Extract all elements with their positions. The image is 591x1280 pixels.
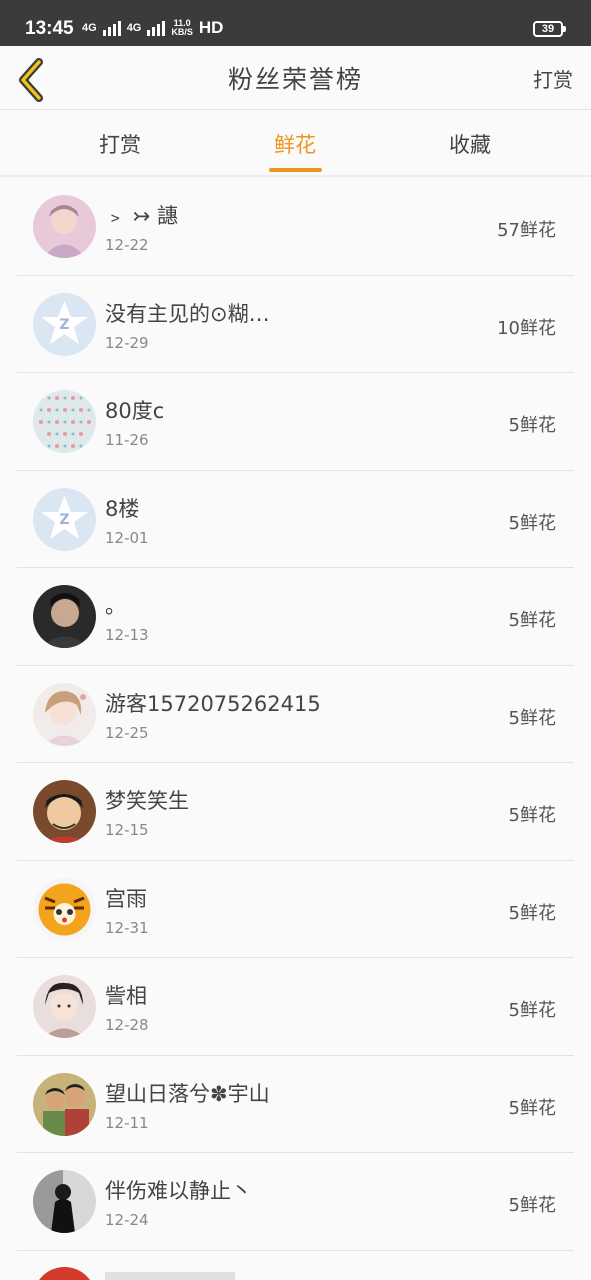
entry-date: 12-28 (105, 1016, 149, 1034)
avatar (33, 682, 96, 746)
net-speed-unit: KB/S (171, 27, 193, 37)
status-bar: 13:45 4G 4G 11.0 KB/S HD 39 (0, 0, 591, 46)
user-name-placeholder (105, 1272, 235, 1280)
avatar (33, 1267, 96, 1280)
flower-count: 5鲜花 (508, 1000, 556, 1021)
user-name: 8楼 (105, 496, 140, 521)
flower-count: 5鲜花 (508, 707, 556, 729)
entry-date: 12-15 (105, 821, 149, 839)
list-item[interactable]: Z 没有主见的⊙糊… 12-29 10鲜花 (17, 276, 574, 373)
user-name: 宫雨 (105, 886, 147, 911)
list-item[interactable]: 訾相 12-28 5鲜花 (17, 958, 574, 1056)
avatar (33, 585, 96, 648)
list-item[interactable]: 伴伤难以静止丶 12-24 5鲜花 (17, 1153, 574, 1251)
entry-date: 11-26 (105, 431, 149, 449)
user-name: 訾相 (105, 984, 147, 1008)
list-item-partial[interactable] (17, 1250, 574, 1280)
user-name: 没有主见的⊙糊… (105, 301, 270, 326)
avatar (33, 195, 96, 258)
tab-bar: 打赏 鲜花 收藏 (0, 111, 591, 177)
flower-count: 5鲜花 (508, 1195, 556, 1216)
entry-date: 12-13 (105, 626, 149, 644)
tab-flowers[interactable]: 鲜花 (255, 129, 335, 159)
svg-text:Z: Z (59, 512, 69, 528)
flower-count: 57鲜花 (497, 220, 556, 241)
svg-text:Z: Z (59, 317, 69, 333)
list-item[interactable]: ﹥ ↣ 譓 12-22 57鲜花 (17, 178, 574, 276)
title-bar: 粉丝荣誉榜 打赏 (0, 46, 591, 110)
list-item[interactable]: 。 12-13 5鲜花 (17, 568, 574, 666)
reward-button[interactable]: 打赏 (533, 64, 573, 93)
tab-reward[interactable]: 打赏 (80, 129, 160, 159)
fan-ranking-list: ﹥ ↣ 譓 12-22 57鲜花 Z 没有主见的⊙糊… 12-29 10鲜花 8… (0, 178, 591, 1251)
list-item[interactable]: 宫雨 12-31 5鲜花 (17, 861, 574, 958)
avatar: Z (33, 292, 96, 356)
user-name: 。 (105, 594, 126, 618)
status-time: 13:45 (25, 18, 74, 39)
flower-count: 5鲜花 (508, 902, 556, 924)
list-item[interactable]: 80度c 11-26 5鲜花 (17, 373, 574, 471)
signal-icon-1 (102, 20, 121, 36)
entry-date: 12-22 (105, 236, 149, 254)
entry-date: 12-01 (105, 528, 149, 547)
network-indicators: 4G 4G 11.0 KB/S HD (82, 18, 223, 38)
user-name: ﹥ ↣ 譓 (105, 204, 178, 228)
user-name: 伴伤难以静止丶 (105, 1179, 252, 1203)
avatar (33, 1072, 96, 1136)
avatar (33, 390, 96, 453)
flower-count: 5鲜花 (508, 610, 556, 631)
avatar (33, 877, 96, 941)
net-speed: 11.0 KB/S (171, 19, 193, 37)
entry-date: 12-31 (105, 918, 149, 937)
entry-date: 12-25 (105, 723, 149, 742)
list-item[interactable]: 游客1572075262415 12-25 5鲜花 (17, 666, 574, 763)
list-item[interactable]: Z 8楼 12-01 5鲜花 (17, 471, 574, 568)
list-item[interactable]: 望山日落兮✽宇山 12-11 5鲜花 (17, 1056, 574, 1153)
entry-date: 12-24 (105, 1211, 149, 1229)
avatar (33, 975, 96, 1038)
flower-count: 5鲜花 (508, 805, 556, 826)
entry-date: 12-29 (105, 333, 149, 352)
user-name: 80度c (105, 399, 165, 423)
user-name: 游客1572075262415 (105, 691, 321, 716)
active-tab-indicator (269, 168, 322, 172)
signal-icon-2 (147, 20, 166, 36)
flower-count: 5鲜花 (508, 1097, 556, 1119)
flower-count: 5鲜花 (508, 415, 556, 436)
list-item[interactable]: 梦笑笑生 12-15 5鲜花 (17, 763, 574, 861)
battery-icon: 39 (533, 21, 566, 37)
avatar: Z (33, 487, 96, 551)
user-name: 梦笑笑生 (105, 789, 189, 813)
tab-favorites[interactable]: 收藏 (430, 129, 510, 159)
hd-indicator: HD (198, 18, 224, 37)
avatar (33, 780, 96, 843)
avatar (33, 1170, 96, 1233)
network-type-2: 4G (126, 22, 142, 34)
flower-count: 5鲜花 (508, 512, 556, 534)
user-name: 望山日落兮✽宇山 (105, 1081, 270, 1106)
entry-date: 12-11 (105, 1113, 149, 1132)
network-type-1: 4G (82, 22, 97, 34)
page-title: 粉丝荣誉榜 (227, 65, 363, 94)
flower-count: 10鲜花 (497, 317, 556, 339)
